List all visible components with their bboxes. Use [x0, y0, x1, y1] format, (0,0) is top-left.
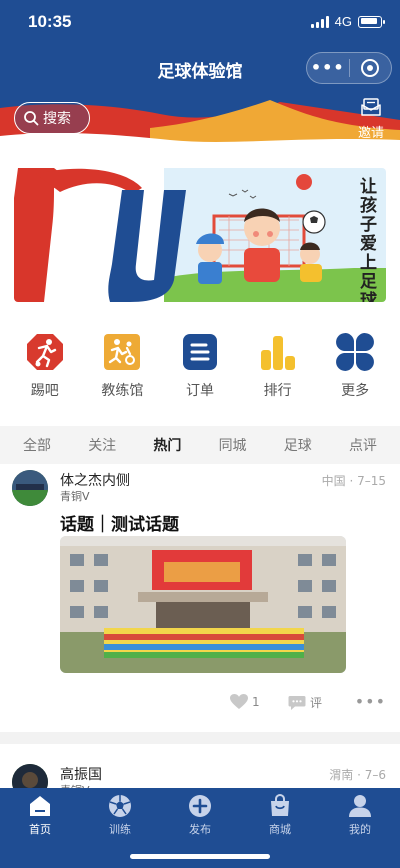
promo-banner[interactable]: 让孩子爱上足球	[14, 168, 386, 302]
grid-label: 订单	[185, 383, 214, 399]
nav-training[interactable]: 训练	[90, 794, 150, 837]
tab-all[interactable]: 全部	[12, 435, 62, 455]
nav-publish[interactable]: 发布	[170, 794, 230, 837]
avatar[interactable]	[12, 470, 48, 506]
feed-post[interactable]: 体之杰内侧 青铜V 中国 · 7–15 话题｜测试话题 1 评 •••	[0, 464, 400, 732]
network-label: 4G	[334, 14, 352, 29]
tab-football[interactable]: 足球	[273, 435, 323, 455]
post-title[interactable]: 话题｜测试话题	[60, 510, 179, 535]
nav-profile[interactable]: 我的	[330, 794, 390, 837]
user-icon	[348, 794, 372, 818]
battery-icon	[358, 15, 385, 28]
search-label: 搜索	[43, 111, 71, 127]
more-options-icon[interactable]: •••	[307, 53, 349, 83]
running-player-icon	[25, 332, 65, 372]
grid-item-more[interactable]: 更多	[320, 332, 390, 426]
grid-item-kick[interactable]: 踢吧	[10, 332, 80, 426]
status-indicators: 4G	[310, 14, 385, 29]
comment-label: 评	[310, 696, 323, 710]
post-more-icon[interactable]: •••	[355, 692, 386, 711]
plus-icon	[188, 794, 212, 818]
tab-following[interactable]: 关注	[77, 435, 127, 455]
nav-label: 首页	[29, 823, 51, 836]
signal-icon	[310, 15, 329, 28]
grid-item-ranking[interactable]: 排行	[243, 332, 313, 426]
post-location-date: 中国 · 7–15	[321, 474, 386, 488]
shopping-bag-icon	[268, 794, 292, 818]
title-bar: 足球体验馆 •••	[0, 44, 400, 92]
search-button[interactable]: 搜索	[14, 102, 90, 134]
like-button[interactable]: 1	[230, 694, 260, 710]
home-indicator	[130, 854, 270, 859]
grid-item-coach[interactable]: 教练馆	[87, 332, 157, 426]
app-header: 10:35 4G 足球体验馆 ••• 搜索 邀请	[0, 0, 400, 152]
like-count: 1	[252, 695, 260, 709]
banner-slogan: 让孩子爱上足球	[360, 177, 377, 303]
nav-label: 我的	[349, 823, 371, 836]
banner-section: 让孩子爱上足球	[0, 152, 400, 320]
post-image[interactable]	[60, 536, 346, 673]
grid-label: 教练馆	[101, 383, 144, 399]
nav-label: 训练	[109, 823, 131, 836]
feed-tabs: 全部 关注 热门 同城 足球 点评	[0, 426, 400, 464]
nav-home[interactable]: 首页	[10, 794, 70, 837]
banner-illustration	[14, 168, 386, 302]
target-icon	[361, 59, 380, 77]
grid-label: 踢吧	[30, 383, 59, 399]
comment-button[interactable]: 评	[288, 694, 322, 711]
mini-program-capsule: •••	[306, 52, 392, 84]
envelope-icon	[361, 98, 381, 116]
tab-hot[interactable]: 热门	[142, 435, 192, 455]
tab-same-city[interactable]: 同城	[208, 435, 258, 455]
nav-shop[interactable]: 商城	[250, 794, 310, 837]
nav-label: 商城	[269, 823, 291, 836]
grid-label: 排行	[263, 383, 292, 399]
post-author[interactable]: 高振国	[60, 764, 102, 784]
invite-label: 邀请	[357, 126, 384, 141]
grid-item-orders[interactable]: 订单	[165, 332, 235, 426]
heart-icon	[230, 694, 248, 709]
four-leaf-icon	[335, 332, 375, 372]
status-time: 10:35	[28, 12, 72, 31]
bar-chart-icon	[258, 332, 298, 372]
author-rank: 青铜V	[60, 490, 90, 503]
post-location-date: 渭南 · 7–6	[329, 768, 386, 782]
soccer-ball-icon	[108, 794, 132, 818]
coach-icon	[102, 332, 142, 372]
post-author[interactable]: 体之杰内侧	[60, 470, 130, 490]
comment-icon	[288, 695, 306, 710]
status-bar: 10:35 4G	[0, 0, 400, 44]
home-icon	[28, 794, 52, 818]
invite-button[interactable]: 邀请	[354, 98, 388, 141]
post-actions: 1 评 •••	[0, 692, 400, 716]
nav-label: 发布	[189, 823, 211, 836]
grid-label: 更多	[341, 383, 370, 399]
feature-grid: 踢吧 教练馆 订单 排行 更多	[0, 320, 400, 426]
search-icon	[24, 111, 39, 126]
document-icon	[180, 332, 220, 372]
tab-reviews[interactable]: 点评	[338, 435, 388, 455]
close-mini-program-button[interactable]	[350, 59, 392, 77]
